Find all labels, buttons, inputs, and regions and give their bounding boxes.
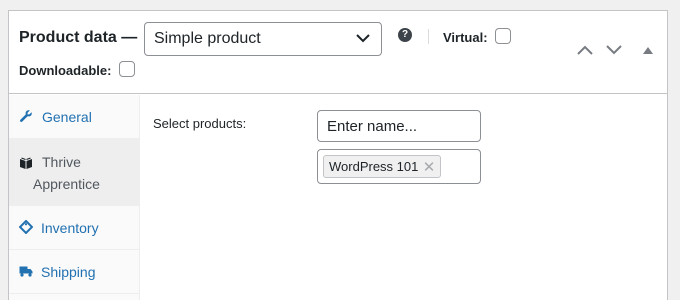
virtual-checkbox[interactable] <box>495 28 511 44</box>
tab-shipping[interactable]: Shipping <box>9 250 139 294</box>
product-data-tabs: General Thrive Apprentice Inventory Ship… <box>9 95 140 300</box>
select-products-label: Select products: <box>153 116 247 131</box>
collapse-toggle-icon[interactable] <box>642 45 654 55</box>
help-icon[interactable]: ? <box>398 28 412 42</box>
move-up-icon[interactable] <box>576 43 594 57</box>
product-type-value: Simple product <box>154 30 261 47</box>
divider <box>428 29 429 44</box>
selected-product-label: WordPress 101 <box>329 159 419 174</box>
tab-content-thrive-apprentice: Select products: WordPress 101 ✕ <box>140 95 667 300</box>
panel-title: Product data — <box>19 29 138 46</box>
tab-inventory[interactable]: Inventory <box>9 206 139 250</box>
selected-product-tag: WordPress 101 ✕ <box>323 155 442 178</box>
tab-thrive-apprentice[interactable]: Thrive Apprentice <box>9 139 139 206</box>
tab-thrive-label-line2: Apprentice <box>33 176 100 192</box>
tab-general-label: General <box>42 109 92 125</box>
wrench-icon <box>20 110 32 122</box>
tab-thrive-label: Thrive Apprentice <box>9 151 139 195</box>
move-down-icon[interactable] <box>605 43 623 57</box>
tag-icon <box>19 220 33 234</box>
tab-general[interactable]: General <box>9 95 139 139</box>
panel-header: Product data — Simple product ? Virtual:… <box>9 11 667 94</box>
downloadable-checkbox[interactable] <box>119 61 135 77</box>
product-type-select[interactable]: Simple product <box>144 22 382 56</box>
tab-thrive-label-line1: Thrive <box>42 154 81 170</box>
chevron-down-icon <box>356 34 370 43</box>
virtual-label: Virtual: <box>443 30 488 45</box>
selected-products-box[interactable]: WordPress 101 ✕ <box>317 149 481 184</box>
product-data-panel: Product data — Simple product ? Virtual:… <box>8 10 668 300</box>
product-search-input[interactable] <box>317 110 481 142</box>
downloadable-label: Downloadable: <box>19 63 112 78</box>
truck-icon <box>19 266 33 277</box>
tab-shipping-label: Shipping <box>41 264 96 280</box>
remove-tag-icon[interactable]: ✕ <box>423 158 436 176</box>
tab-inventory-label: Inventory <box>41 220 99 236</box>
